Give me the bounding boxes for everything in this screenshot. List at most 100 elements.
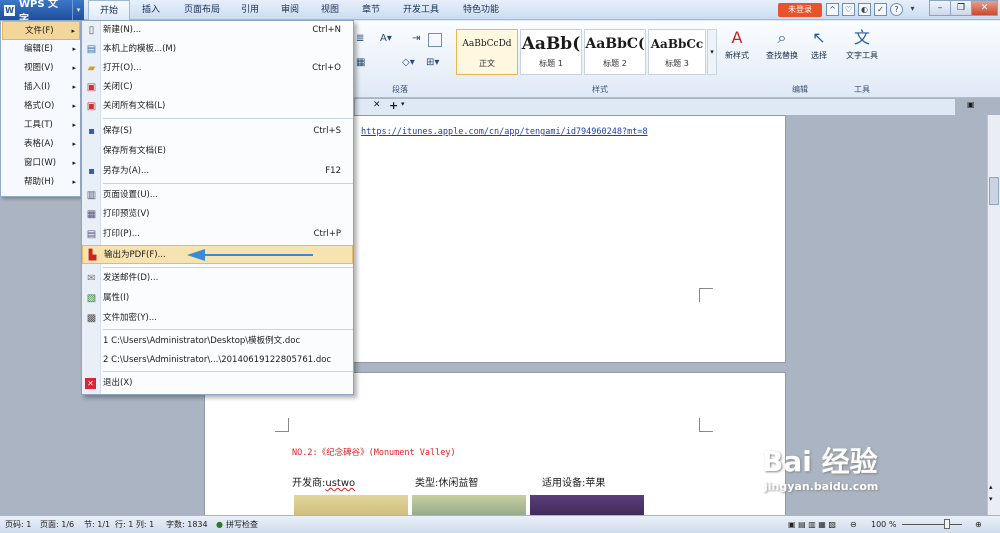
- menu-open[interactable]: ▰ 打开(O)... Ctrl+O: [82, 59, 353, 78]
- menu-template[interactable]: ▤ 本机上的模板...(M): [82, 40, 353, 59]
- menu-item-tools[interactable]: 工具(T) ▸: [2, 116, 80, 135]
- fill-color-icon[interactable]: ◇▾: [402, 57, 415, 68]
- menu-item-insert[interactable]: 插入(I) ▸: [2, 78, 80, 97]
- submenu-arrow-icon: ▸: [72, 140, 76, 148]
- menu-save-all[interactable]: 保存所有文档(E): [82, 142, 353, 161]
- menu-exit[interactable]: ✕ 退出(X): [82, 374, 353, 393]
- text-direction-icon[interactable]: A▾: [380, 33, 392, 44]
- style-heading-2[interactable]: AaBbC( 标题 2: [584, 29, 646, 75]
- spell-check-icon[interactable]: ●: [216, 516, 223, 533]
- menu-label: 另存为(A)...: [103, 166, 150, 176]
- zoom-out-icon[interactable]: ⊖: [850, 516, 857, 533]
- minimize-button[interactable]: –: [929, 0, 951, 16]
- menu-label: 保存所有文档(E): [103, 146, 167, 156]
- page-setup-icon: ▥: [86, 190, 97, 201]
- menu-label: 编辑(E): [24, 44, 54, 54]
- menu-save-as[interactable]: ▪ 另存为(A)... F12: [82, 162, 353, 181]
- border-frame-icon[interactable]: [428, 33, 442, 47]
- status-spell[interactable]: 拼写检查: [226, 516, 258, 533]
- scroll-thumb[interactable]: [989, 177, 999, 205]
- tab-dev-tools[interactable]: 开发工具: [398, 0, 444, 20]
- more-icon[interactable]: ▾: [906, 3, 919, 16]
- menu-label: 输出为PDF(F)...: [104, 250, 166, 260]
- indent-icon[interactable]: ⇥: [412, 33, 420, 44]
- menu-close-all[interactable]: ▣ 关闭所有文档(L): [82, 97, 353, 116]
- tab-options-icon[interactable]: ▣: [967, 100, 975, 109]
- group-label-paragraph: 段落: [392, 85, 408, 94]
- table-icon[interactable]: ▦: [356, 57, 365, 68]
- find-replace-label: 查找替换: [766, 51, 798, 60]
- scroll-down-icon[interactable]: ▾: [989, 495, 993, 503]
- style-normal[interactable]: AaBbCcDd 正文: [456, 29, 518, 75]
- menu-item-format[interactable]: 格式(O) ▸: [2, 97, 80, 116]
- style-heading-3[interactable]: AaBbCc 标题 3: [648, 29, 706, 75]
- chevron-down-icon[interactable]: ▾: [72, 0, 84, 20]
- help-icon[interactable]: ?: [890, 3, 903, 16]
- view-icons[interactable]: ▣ ▤ ▥ ▦ ▧: [788, 516, 836, 533]
- tab-view[interactable]: 视图: [316, 0, 344, 20]
- zoom-slider-thumb[interactable]: [944, 519, 950, 529]
- image-thumb-1: [294, 495, 408, 517]
- menu-item-table[interactable]: 表格(A) ▸: [2, 135, 80, 154]
- tab-review[interactable]: 审阅: [276, 0, 304, 20]
- tab-list-icon[interactable]: ▾: [401, 100, 405, 108]
- menu-item-edit[interactable]: 编辑(E) ▸: [2, 40, 80, 59]
- menu-save[interactable]: ▪ 保存(S) Ctrl+S: [82, 122, 353, 141]
- tab-page-layout[interactable]: 页面布局: [176, 0, 228, 20]
- close-tab-icon[interactable]: ✕: [373, 100, 381, 110]
- group-label-style: 样式: [592, 85, 608, 94]
- margin-mark: [275, 418, 289, 432]
- zoom-slider[interactable]: [902, 524, 962, 525]
- menu-shortcut: Ctrl+P: [313, 229, 341, 239]
- login-button[interactable]: 未登录: [778, 3, 822, 17]
- menu-print[interactable]: ▤ 打印(P)... Ctrl+P: [82, 225, 353, 244]
- vertical-scrollbar[interactable]: ▴ ▾: [987, 115, 1000, 515]
- status-section: 节: 1/1: [84, 520, 111, 529]
- share-icon[interactable]: ✓: [874, 3, 887, 16]
- theme-icon[interactable]: ◐: [858, 3, 871, 16]
- collapse-ribbon-icon[interactable]: ^: [826, 3, 839, 16]
- style-heading-1[interactable]: AaBb( 标题 1: [520, 29, 582, 75]
- tab-insert[interactable]: 插入: [136, 0, 166, 20]
- menu-item-file[interactable]: 文件(F) ▸: [2, 21, 80, 40]
- new-tab-icon[interactable]: +: [389, 99, 398, 112]
- new-style-button[interactable]: A 新样式: [720, 28, 754, 61]
- menu-encrypt[interactable]: ▩ 文件加密(Y)...: [82, 309, 353, 328]
- tab-chapter[interactable]: 章节: [356, 0, 386, 20]
- menu-label: 打印预览(V): [103, 209, 150, 219]
- doc-link[interactable]: https://itunes.apple.com/cn/app/tengami/…: [361, 127, 648, 137]
- menu-new[interactable]: ▯ 新建(N)... Ctrl+N: [82, 21, 353, 40]
- menu-item-window[interactable]: 窗口(W) ▸: [2, 154, 80, 173]
- margin-mark: [699, 288, 713, 302]
- text-tools-button[interactable]: 文 文字工具: [842, 28, 882, 61]
- restore-button[interactable]: ❐: [950, 0, 972, 16]
- tab-home[interactable]: 开始: [88, 0, 130, 20]
- tab-special[interactable]: 特色功能: [456, 0, 506, 20]
- menu-print-preview[interactable]: ▦ 打印预览(V): [82, 205, 353, 224]
- menu-send-mail[interactable]: ✉ 发送邮件(D)...: [82, 269, 353, 288]
- wps-logo-icon: W: [4, 4, 15, 16]
- submenu-arrow-icon: ▸: [72, 64, 76, 72]
- menu-item-view[interactable]: 视图(V) ▸: [2, 59, 80, 78]
- menu-properties[interactable]: ▧ 属性(I): [82, 289, 353, 308]
- find-replace-button[interactable]: ⌕ 查找替换: [760, 28, 804, 61]
- wps-menu-button[interactable]: W WPS 文字 ▾: [0, 0, 84, 25]
- style-sample: AaBbC(: [585, 36, 645, 52]
- tab-reference[interactable]: 引用: [236, 0, 264, 20]
- border-icon[interactable]: ⊞▾: [426, 57, 439, 68]
- scroll-up-icon[interactable]: ▴: [989, 483, 993, 491]
- menu-shortcut: Ctrl+N: [312, 25, 341, 35]
- skin-icon[interactable]: ♡: [842, 3, 855, 16]
- styles-more-icon[interactable]: ▾: [707, 29, 717, 75]
- close-button[interactable]: ✕: [971, 0, 998, 16]
- menu-close[interactable]: ▣ 关闭(C): [82, 78, 353, 97]
- select-button[interactable]: ↖ 选择: [806, 28, 832, 61]
- menu-item-help[interactable]: ? 帮助(H)▸: [2, 173, 80, 192]
- menu-recent-2[interactable]: 2 C:\Users\Administrator\...\20140619122…: [82, 351, 353, 370]
- menu-recent-1[interactable]: 1 C:\Users\Administrator\Desktop\模板例文.do…: [82, 332, 353, 351]
- status-zoom[interactable]: 100 %: [871, 516, 896, 533]
- zoom-in-icon[interactable]: ⊕: [975, 516, 982, 533]
- menu-label: 保存(S): [103, 126, 133, 136]
- align-icon[interactable]: ≣: [356, 33, 364, 44]
- menu-page-setup[interactable]: ▥ 页面设置(U)...: [82, 186, 353, 205]
